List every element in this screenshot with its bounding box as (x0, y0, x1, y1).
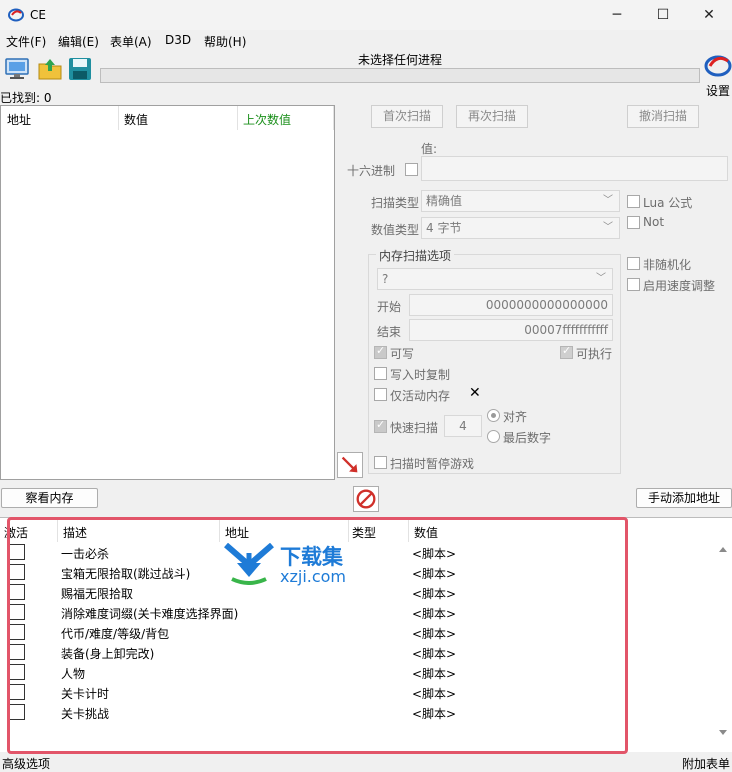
writable-checkbox[interactable] (374, 344, 387, 359)
executable-label: 可执行 (576, 347, 613, 361)
not-checkbox[interactable] (627, 216, 640, 229)
menu-edit[interactable]: 编辑(E) (58, 33, 99, 50)
speedhack-checkbox[interactable] (627, 278, 640, 291)
active-memory-checkbox[interactable] (374, 388, 387, 401)
close-button[interactable]: ✕ (686, 0, 732, 30)
address-list-scrollbar[interactable] (716, 543, 730, 739)
start-address-input[interactable]: 0000000000000000 (409, 294, 613, 316)
add-address-manually-button[interactable]: 手动添加地址 (636, 488, 732, 508)
fast-scan-checkbox[interactable] (374, 418, 387, 433)
open-process-icon[interactable] (4, 56, 30, 82)
memory-region-value: ? (382, 272, 389, 286)
writable-label: 可写 (390, 347, 415, 361)
no-random-label: 非随机化 (643, 258, 692, 272)
chevron-down-icon: ﹀ (596, 273, 606, 284)
fast-scan-label: 快速扫描 (390, 421, 439, 435)
last-digits-radio[interactable] (487, 430, 500, 443)
hex-checkbox[interactable] (405, 163, 418, 176)
minimize-button[interactable]: ─ (594, 0, 640, 30)
add-to-list-arrow-icon[interactable] (337, 452, 363, 478)
column-value[interactable]: 数值 (124, 111, 148, 128)
chevron-down-icon: ﹀ (603, 222, 613, 233)
close-icon[interactable]: ✕ (469, 385, 481, 401)
value-input[interactable] (421, 156, 728, 181)
lua-formula-label: Lua 公式 (643, 196, 693, 210)
highlight-frame (7, 517, 628, 754)
value-type-select[interactable]: 4 字节 ﹀ (421, 217, 620, 239)
view-memory-button[interactable]: 察看内存 (1, 488, 98, 508)
value-label: 值: (421, 142, 438, 156)
settings-label[interactable]: 设置 (706, 82, 730, 99)
align-label: 对齐 (503, 410, 528, 424)
menu-help[interactable]: 帮助(H) (204, 33, 246, 50)
pause-game-checkbox[interactable] (374, 456, 387, 469)
maximize-button[interactable]: ☐ (640, 0, 686, 30)
copy-on-write-checkbox[interactable] (374, 367, 387, 380)
stop-icon[interactable] (353, 486, 379, 512)
fast-scan-alignment-input[interactable]: 4 (444, 415, 482, 437)
first-scan-button[interactable]: 首次扫描 (371, 105, 443, 128)
lua-formula-checkbox[interactable] (627, 195, 640, 208)
scan-progress-bar (100, 68, 700, 83)
memory-region-select[interactable]: ? ﹀ (377, 268, 613, 290)
stop-label: 结束 (377, 325, 402, 339)
scan-type-value: 精确值 (426, 194, 463, 208)
next-scan-button[interactable]: 再次扫描 (456, 105, 528, 128)
active-memory-label: 仅活动内存 (390, 389, 451, 403)
menu-bar: 文件(F) 编辑(E) 表单(A) D3D 帮助(H) (0, 31, 732, 51)
window-title: CE (30, 8, 46, 22)
scan-type-select[interactable]: 精确值 ﹀ (421, 190, 620, 212)
memory-scan-options-title: 内存扫描选项 (376, 247, 455, 264)
main-window: CE ─ ☐ ✕ 文件(F) 编辑(E) 表单(A) D3D 帮助(H) 未选择… (0, 0, 732, 772)
column-divider (333, 106, 334, 130)
last-digits-label: 最后数字 (503, 431, 552, 445)
align-radio[interactable] (487, 409, 500, 422)
ce-logo-icon (8, 8, 24, 22)
menu-file[interactable]: 文件(F) (6, 33, 46, 50)
copy-on-write-label: 写入时复制 (390, 368, 451, 382)
value-type-value: 4 字节 (426, 221, 462, 235)
not-label: Not (643, 215, 665, 229)
executable-checkbox[interactable] (560, 344, 573, 359)
menu-table[interactable]: 表单(A) (110, 33, 152, 50)
chevron-down-icon: ﹀ (603, 195, 613, 206)
scan-results-list[interactable]: 地址 数值 上次数值 (0, 105, 335, 480)
column-address[interactable]: 地址 (7, 111, 31, 128)
process-title: 未选择任何进程 (357, 53, 442, 67)
scan-type-label: 扫描类型 (371, 196, 420, 210)
pause-game-label: 扫描时暂停游戏 (390, 457, 475, 471)
stop-address-input[interactable]: 00007fffffffffff (409, 319, 613, 341)
start-label: 开始 (377, 300, 402, 314)
undo-scan-button[interactable]: 撤消扫描 (627, 105, 699, 128)
save-icon[interactable] (67, 56, 93, 82)
found-count: 已找到: 0 (0, 91, 52, 105)
extra-table-link[interactable]: 附加表单 (682, 755, 730, 772)
open-file-icon[interactable] (37, 56, 63, 82)
advanced-options-link[interactable]: 高级选项 (2, 755, 50, 772)
settings-logo-icon[interactable] (704, 52, 732, 78)
hex-label: 十六进制 (347, 164, 396, 178)
menu-d3d[interactable]: D3D (165, 33, 191, 47)
no-random-checkbox[interactable] (627, 257, 640, 270)
column-divider (237, 106, 238, 130)
column-previous-value[interactable]: 上次数值 (243, 111, 291, 128)
value-type-label: 数值类型 (371, 223, 420, 237)
column-divider (118, 106, 119, 130)
speedhack-label: 启用速度调整 (643, 279, 716, 293)
